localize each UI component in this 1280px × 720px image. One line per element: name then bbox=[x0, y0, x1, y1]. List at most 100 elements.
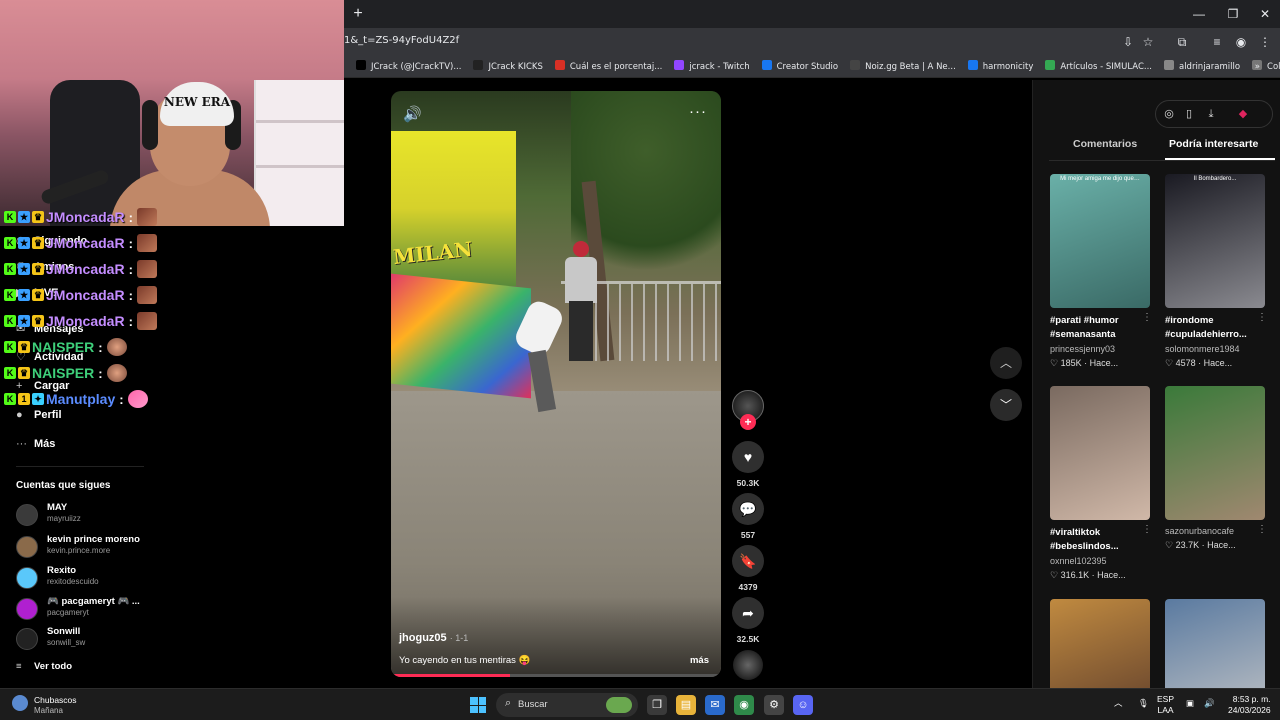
star-icon[interactable]: ☆ bbox=[1139, 33, 1157, 51]
follow-plus-icon[interactable]: + bbox=[740, 414, 756, 430]
app-icon[interactable]: ⚙ bbox=[764, 695, 784, 715]
extension-logo-icon[interactable]: ◆ bbox=[1233, 104, 1253, 124]
video-thumbnail[interactable] bbox=[1050, 386, 1150, 520]
extensions-icon[interactable]: ⧉ bbox=[1173, 33, 1191, 51]
bookmark-item[interactable]: Creator Studio bbox=[761, 56, 838, 77]
action-like[interactable]: ♥ 50.3K bbox=[732, 441, 764, 488]
card-title[interactable]: #parati #humor #semanasanta bbox=[1050, 314, 1150, 342]
video-progress-bar[interactable] bbox=[391, 674, 721, 677]
video-thumbnail[interactable] bbox=[1165, 599, 1265, 688]
card-likes: 185K bbox=[1060, 358, 1082, 368]
chat-username: Manutplay bbox=[46, 391, 116, 407]
bookmarks-overflow-icon[interactable]: » bbox=[1255, 56, 1260, 77]
card-username[interactable]: sazonurbanocafe bbox=[1165, 526, 1234, 536]
save-icon[interactable]: 🔖 bbox=[732, 545, 764, 577]
tab-comments[interactable]: Comentarios bbox=[1073, 138, 1137, 150]
see-all-link[interactable]: ≡ Ver todo bbox=[16, 661, 72, 672]
share-count: 32.5K bbox=[736, 634, 760, 644]
keyboard-layout: LAA bbox=[1157, 705, 1174, 715]
chat-badge-icon: ★ bbox=[18, 289, 30, 301]
account-name: 🎮 pacgameryt 🎮 ... bbox=[47, 596, 140, 607]
mic-icon[interactable]: 🎙 bbox=[1138, 698, 1149, 709]
action-comment[interactable]: 💬 557 bbox=[732, 493, 764, 540]
card-menu-icon[interactable]: ⋮ bbox=[1142, 524, 1152, 535]
video-author[interactable]: jhoguz05 · 1-1 bbox=[399, 632, 468, 644]
minimize-button[interactable]: — bbox=[1182, 4, 1216, 24]
heart-icon: ♡ bbox=[1165, 540, 1176, 550]
file-explorer-icon[interactable]: ▤ bbox=[676, 695, 696, 715]
card-menu-icon[interactable]: ⋮ bbox=[1142, 312, 1152, 323]
mail-icon[interactable]: ✉ bbox=[705, 695, 725, 715]
nav-more[interactable]: ··· Más bbox=[16, 438, 55, 450]
card-title[interactable]: #viraltiktok #bebeslindos... bbox=[1050, 526, 1150, 554]
chat-badge-icon: ♛ bbox=[32, 289, 44, 301]
new-tab-button[interactable]: + bbox=[348, 4, 368, 24]
chat-badge-icon: ♛ bbox=[32, 315, 44, 327]
video-more-icon[interactable]: ··· bbox=[689, 103, 707, 120]
card-username[interactable]: oxnnel102395 bbox=[1050, 556, 1107, 566]
bookmark-item[interactable]: JCrack KICKS bbox=[473, 56, 543, 77]
card-menu-icon[interactable]: ⋮ bbox=[1257, 312, 1267, 323]
volume-tray-icon[interactable]: 🔊 bbox=[1204, 698, 1215, 709]
bookmark-item[interactable]: Artículos - SIMULAC... bbox=[1045, 56, 1152, 77]
task-view-icon[interactable]: ❐ bbox=[647, 695, 667, 715]
bookmark-item[interactable]: aldrinjaramillo bbox=[1163, 56, 1240, 77]
weather-icon bbox=[12, 695, 28, 711]
heart-icon: ♡ bbox=[1050, 358, 1061, 368]
profile-icon[interactable]: ◉ bbox=[1232, 33, 1250, 51]
like-icon[interactable]: ♥ bbox=[732, 441, 764, 473]
next-video-button[interactable]: ﹀ bbox=[990, 389, 1022, 421]
bookmark-item[interactable]: JCrack (@JCrackTV)... bbox=[356, 56, 461, 77]
video-thumbnail[interactable]: Il Bombardero... bbox=[1165, 174, 1265, 308]
close-window-button[interactable]: ✕ bbox=[1248, 4, 1280, 24]
bookmark-item[interactable]: harmonicity bbox=[967, 56, 1033, 77]
previous-video-button[interactable]: ︿ bbox=[990, 347, 1022, 379]
taskbar-search[interactable]: ⌕ Buscar bbox=[496, 693, 638, 717]
card-username[interactable]: princessjenny03 bbox=[1050, 344, 1115, 354]
card-title[interactable]: #irondome #cupuladehierro... bbox=[1165, 314, 1265, 342]
streamer-cap: NEW ERA bbox=[160, 82, 234, 126]
caption-more-link[interactable]: más bbox=[690, 655, 709, 666]
maximize-button[interactable]: ❐ bbox=[1216, 4, 1250, 24]
install-app-icon[interactable]: ⇩ bbox=[1119, 33, 1137, 51]
video-thumbnail[interactable] bbox=[1165, 386, 1265, 520]
language-indicator[interactable]: ESP LAA bbox=[1157, 694, 1174, 716]
webcam-overlay: NEW ERA bbox=[0, 0, 344, 226]
share-icon[interactable]: ➦ bbox=[732, 597, 764, 629]
card-menu-icon[interactable]: ⋮ bbox=[1257, 524, 1267, 535]
download-icon[interactable]: ⤓ bbox=[1201, 104, 1221, 124]
video-thumbnail[interactable]: Mi mejor amiga me dijo que… bbox=[1050, 174, 1150, 308]
action-share[interactable]: ➦ 32.5K bbox=[732, 597, 764, 644]
video-player[interactable]: MILAN 🔊 ··· jhoguz05 · 1-1 Yo cayendo en… bbox=[391, 91, 721, 677]
tray-chevron-icon[interactable]: ︿ bbox=[1114, 698, 1123, 709]
weather-title: Chubascos bbox=[34, 695, 77, 705]
bookmark-item[interactable]: Cuál es el porcentaj... bbox=[554, 56, 662, 77]
reading-list-icon[interactable]: ≡ bbox=[1208, 33, 1226, 51]
author-name[interactable]: jhoguz05 bbox=[399, 632, 447, 644]
language-code: ESP bbox=[1157, 694, 1175, 704]
chrome-icon[interactable]: ◉ bbox=[734, 695, 754, 715]
chat-separator: : bbox=[128, 261, 133, 277]
phone-icon[interactable]: ▯ bbox=[1179, 104, 1199, 124]
tab-you-may-like[interactable]: Podría interesarte bbox=[1169, 138, 1258, 150]
bookmark-item[interactable]: jcrack - Twitch bbox=[674, 56, 750, 77]
chat-separator: : bbox=[119, 391, 124, 407]
url-field[interactable]: 1&_t=ZS-94yFodU4Z2f bbox=[344, 35, 459, 46]
thumbnail-text: Il Bombardero... bbox=[1193, 176, 1237, 182]
volume-icon[interactable]: 🔊 bbox=[403, 105, 422, 123]
video-caption: Yo cayendo en tus mentiras 😝 bbox=[399, 655, 531, 666]
bookmarks-bar: JCrack (@JCrackTV)... JCrack KICKS Cuál es… bbox=[344, 56, 1280, 78]
bookmark-favicon-icon bbox=[1163, 60, 1174, 70]
bookmark-item[interactable]: Noiz.gg Beta | A Ne... bbox=[850, 56, 956, 77]
menu-icon[interactable]: ⋮ bbox=[1256, 33, 1274, 51]
action-save[interactable]: 🔖 4379 bbox=[732, 545, 764, 592]
network-icon[interactable]: ▣ bbox=[1186, 698, 1194, 709]
start-icon[interactable] bbox=[470, 697, 486, 713]
discord-icon[interactable]: ☺ bbox=[793, 695, 813, 715]
card-username[interactable]: solomonmere1984 bbox=[1165, 344, 1240, 354]
comment-icon[interactable]: 💬 bbox=[732, 493, 764, 525]
video-thumbnail[interactable] bbox=[1050, 599, 1150, 688]
clock[interactable]: 8:53 p. m. 24/03/2026 bbox=[1228, 694, 1271, 716]
compass-icon[interactable]: ◎ bbox=[1159, 104, 1179, 124]
sound-disc-icon[interactable] bbox=[733, 650, 763, 680]
